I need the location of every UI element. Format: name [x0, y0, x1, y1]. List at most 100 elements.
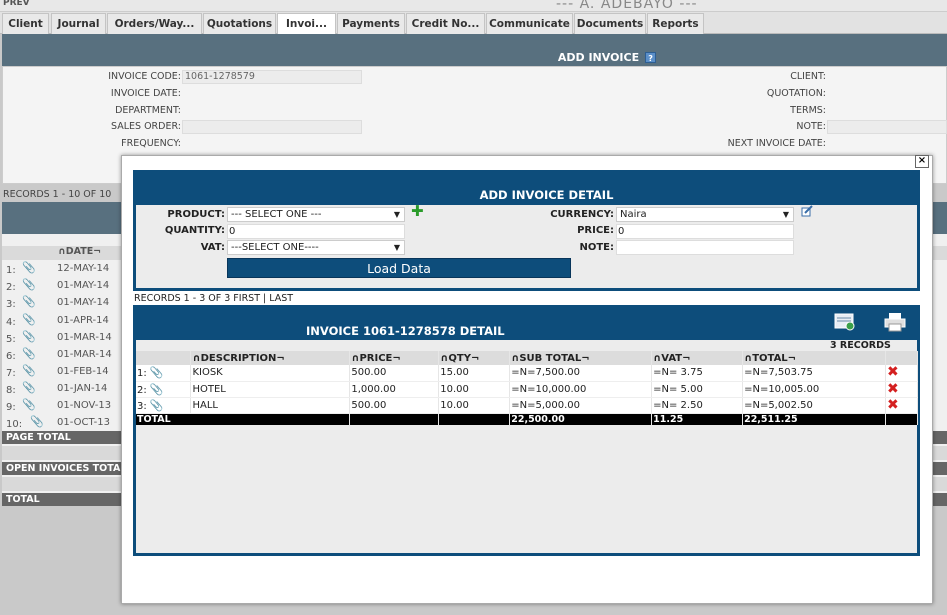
add-product-icon[interactable]: ✚ [411, 204, 424, 219]
price-field[interactable]: 0 [616, 224, 794, 239]
grand-total: 22,511.25 [742, 413, 886, 425]
list-item[interactable]: 2: 📎 01-MAY-14 [2, 278, 122, 295]
tab-documents[interactable]: Documents [574, 13, 646, 34]
table-row[interactable]: 2: 📎 HOTEL 1,000.00 10.00 =N=10,000.00 =… [136, 381, 919, 398]
tab-orders[interactable]: Orders/Way... [107, 13, 202, 34]
attachment-icon[interactable]: 📎 [22, 364, 36, 377]
terms-label: TERMS: [790, 105, 826, 116]
list-item[interactable]: 3: 📎 01-MAY-14 [2, 295, 122, 312]
currency-label: CURRENCY: [550, 209, 614, 220]
pagination-separator: | [263, 293, 267, 304]
invoice-date-label: INVOICE DATE: [110, 88, 181, 99]
attachment-icon[interactable]: 📎 [22, 381, 36, 394]
list-item[interactable]: 1: 📎 12-MAY-14 [2, 261, 122, 278]
add-invoice-header: ADD INVOICE? [2, 34, 947, 66]
date-column-header[interactable]: ∩DATE¬ [58, 246, 101, 257]
note-field[interactable] [616, 240, 794, 255]
close-icon[interactable]: × [915, 155, 929, 168]
export-icon[interactable] [833, 312, 857, 332]
vat-column-header[interactable]: ∩VAT¬ [651, 351, 744, 365]
table-header-blank [136, 351, 192, 365]
invoice-records-count: RECORDS 1 - 10 OF 10 [3, 189, 112, 200]
delete-icon[interactable]: ✖ [887, 398, 899, 412]
table-header-row: ∩DESCRIPTION¬ ∩PRICE¬ ∩QTY¬ ∩SUB TOTAL¬ … [136, 351, 919, 365]
vat-label: VAT: [200, 242, 225, 253]
chevron-down-icon: ▼ [393, 243, 400, 252]
department-label: DEPARTMENT: [115, 105, 181, 116]
attachment-icon[interactable]: 📎 [22, 295, 36, 308]
tab-invoices[interactable]: Invoi... [277, 13, 336, 34]
client-label: CLIENT: [790, 71, 826, 82]
load-data-button[interactable]: Load Data [227, 258, 571, 278]
product-select[interactable]: --- SELECT ONE --- ▼ [227, 207, 405, 222]
attachment-icon[interactable]: 📎 [22, 278, 36, 291]
table-row[interactable]: 1: 📎 KIOSK 500.00 15.00 =N=7,500.00 =N= … [136, 365, 919, 382]
note-label: NOTE: [579, 242, 614, 253]
prev-link[interactable]: PREV [3, 0, 30, 8]
help-icon[interactable]: ? [645, 52, 657, 63]
attachment-icon[interactable]: 📎 [22, 313, 36, 326]
total-column-header[interactable]: ∩TOTAL¬ [742, 351, 886, 365]
vat-select[interactable]: ---SELECT ONE---- ▼ [227, 240, 405, 255]
sales-order-field[interactable] [182, 120, 362, 134]
totals-label: TOTAL [136, 413, 351, 425]
attachment-icon[interactable]: 📎 [22, 398, 36, 411]
frequency-label: FREQUENCY: [121, 138, 181, 149]
attachment-icon[interactable]: 📎 [22, 347, 36, 360]
attachment-icon[interactable]: 📎 [30, 415, 44, 428]
attachment-icon[interactable]: 📎 [150, 399, 164, 412]
note-field[interactable] [827, 120, 947, 134]
print-icon[interactable] [883, 312, 907, 332]
list-item[interactable]: 9: 📎 01-NOV-13 [2, 398, 122, 415]
list-item[interactable]: 8: 📎 01-JAN-14 [2, 381, 122, 398]
qty-column-header[interactable]: ∩QTY¬ [438, 351, 511, 365]
delete-icon[interactable]: ✖ [887, 365, 899, 379]
tab-quotations[interactable]: Quotations [203, 13, 276, 34]
quantity-label: QUANTITY: [164, 225, 225, 236]
record-count: 3 RECORDS [830, 340, 891, 351]
add-invoice-detail-title: ADD INVOICE DETAIL [136, 173, 917, 205]
quantity-field[interactable]: 0 [227, 224, 405, 239]
tab-payments[interactable]: Payments [337, 13, 405, 34]
delete-icon[interactable]: ✖ [887, 382, 899, 396]
tab-bar: Client Journal Orders/Way... Quotations … [0, 12, 947, 34]
totals-row: TOTAL 22,500.00 11.25 22,511.25 [136, 413, 919, 425]
invoice-detail-panel: INVOICE 1061-1278578 DETAIL [133, 305, 920, 556]
first-link[interactable]: FIRST [233, 293, 260, 304]
invoice-detail-table: ∩DESCRIPTION¬ ∩PRICE¬ ∩QTY¬ ∩SUB TOTAL¬ … [136, 351, 919, 425]
invoice-detail-title: INVOICE 1061-1278578 DETAIL [306, 324, 505, 338]
list-item[interactable]: 5: 📎 01-MAR-14 [2, 330, 122, 347]
chevron-down-icon: ▼ [393, 210, 400, 219]
tab-communicate[interactable]: Communicate [486, 13, 573, 34]
user-name: --- A. ADEBAYO --- [556, 0, 698, 12]
currency-select[interactable]: Naira ▼ [616, 207, 794, 222]
vat-total: 11.25 [651, 413, 744, 425]
chevron-down-icon: ▼ [782, 210, 789, 219]
subtotal-column-header[interactable]: ∩SUB TOTAL¬ [509, 351, 653, 365]
list-item[interactable]: 10: 📎 01-OCT-13 [2, 415, 122, 432]
list-item[interactable]: 7: 📎 01-FEB-14 [2, 364, 122, 381]
last-link[interactable]: LAST [269, 293, 293, 304]
tab-reports[interactable]: Reports [647, 13, 704, 34]
sales-order-label: SALES ORDER: [111, 121, 181, 132]
subtotal-total: 22,500.00 [509, 413, 653, 425]
list-item[interactable]: 4: 📎 01-APR-14 [2, 313, 122, 330]
list-item[interactable]: 6: 📎 01-MAR-14 [2, 347, 122, 364]
attachment-icon[interactable]: 📎 [22, 330, 36, 343]
description-column-header[interactable]: ∩DESCRIPTION¬ [190, 351, 351, 365]
attachment-icon[interactable]: 📎 [150, 366, 164, 379]
invoice-detail-header: INVOICE 1061-1278578 DETAIL [136, 308, 917, 340]
attachment-icon[interactable]: 📎 [150, 383, 164, 396]
price-column-header[interactable]: ∩PRICE¬ [349, 351, 440, 365]
top-bar: PREV --- A. ADEBAYO --- [0, 0, 947, 12]
quotation-label: QUOTATION: [766, 88, 826, 99]
tab-credit-notes[interactable]: Credit No... [406, 13, 485, 34]
edit-currency-icon[interactable] [801, 205, 813, 217]
table-row[interactable]: 3: 📎 HALL 500.00 10.00 =N=5,000.00 =N= 2… [136, 397, 919, 414]
next-invoice-date-label: NEXT INVOICE DATE: [727, 138, 826, 149]
note-label: NOTE: [796, 121, 826, 132]
invoice-code-field[interactable]: 1061-1278579 [182, 70, 362, 84]
tab-client[interactable]: Client [2, 13, 49, 34]
attachment-icon[interactable]: 📎 [22, 261, 36, 274]
tab-journal[interactable]: Journal [51, 13, 106, 34]
